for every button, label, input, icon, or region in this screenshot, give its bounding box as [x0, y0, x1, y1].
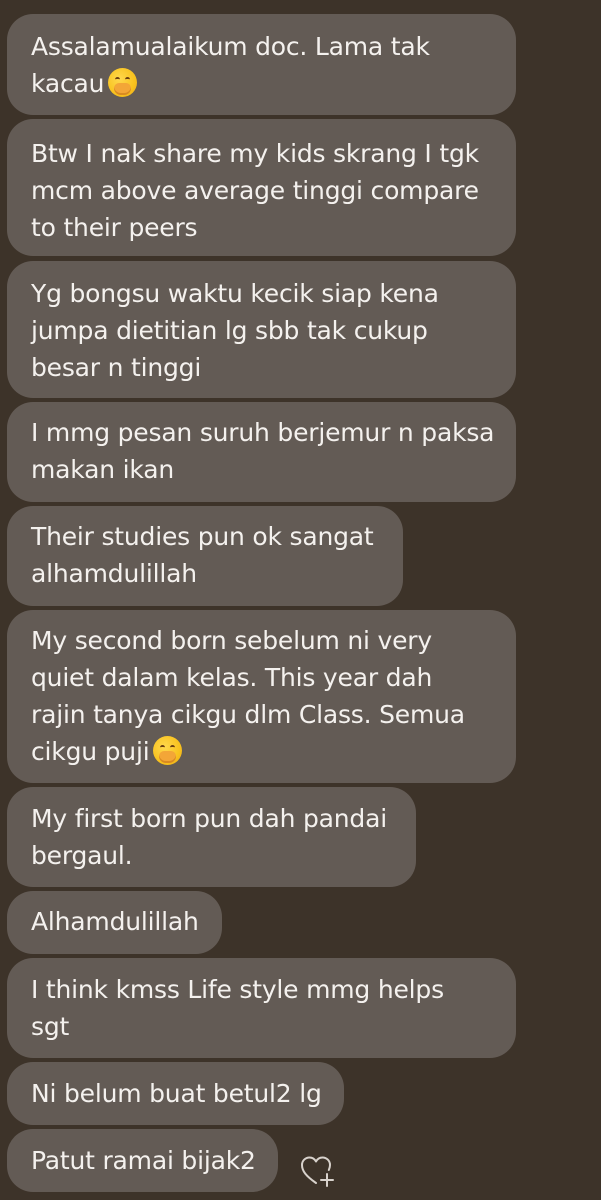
message-bubble[interactable]: Alhamdulillah [7, 891, 222, 954]
message-text-line: Their studies pun ok sangat [31, 522, 374, 551]
message-bubble[interactable]: Yg bongsu waktu kecik siap kena jumpa di… [7, 261, 516, 398]
message-bubble[interactable]: Assalamualaikum doc. Lama tak kacau [7, 14, 516, 115]
heart-plus-icon [301, 1156, 334, 1187]
message-text-line: Assalamualaikum doc. Lama tak [31, 32, 430, 61]
message-text-line: quiet dalam kelas. This year dah [31, 663, 433, 692]
message-text-line: Yg bongsu waktu kecik siap kena [31, 279, 439, 308]
message-bubble[interactable]: Btw I nak share my kids skrang I tgk mcm… [7, 119, 516, 256]
message-text-line: mcm above average tinggi compare [31, 176, 479, 205]
face-with-hand-over-mouth-icon [153, 736, 183, 765]
message-text-line: bergaul. [31, 841, 133, 870]
message-text-line: I think kmss Life style mmg helps [31, 975, 444, 1004]
message-text-line: Btw I nak share my kids skrang I tgk [31, 139, 479, 168]
message-thread: Assalamualaikum doc. Lama tak kacau Btw … [0, 0, 601, 1200]
message-text-line: kacau [31, 69, 105, 98]
message-text-line: Ni belum buat betul2 lg [31, 1079, 322, 1108]
message-text-line: Alhamdulillah [31, 907, 199, 936]
message-bubble[interactable]: Their studies pun ok sangat alhamdulilla… [7, 506, 403, 606]
message-bubble[interactable]: My second born sebelum ni very quiet dal… [7, 610, 516, 783]
message-bubble[interactable]: My first born pun dah pandai bergaul. [7, 787, 416, 887]
message-text-line: besar n tinggi [31, 353, 202, 382]
message-text-line: jumpa dietitian lg sbb tak cukup [31, 316, 428, 345]
add-reaction-button[interactable] [300, 1155, 336, 1189]
message-text-line: rajin tanya cikgu dlm Class. Semua [31, 700, 465, 729]
message-bubble[interactable]: Patut ramai bijak2 [7, 1129, 278, 1192]
message-text-line: alhamdulillah [31, 559, 197, 588]
message-bubble[interactable]: Ni belum buat betul2 lg [7, 1062, 344, 1125]
message-text-line: makan ikan [31, 455, 174, 484]
face-with-hand-over-mouth-icon [108, 68, 138, 97]
message-text-line: My first born pun dah pandai [31, 804, 387, 833]
message-text-line: sgt [31, 1012, 70, 1041]
message-text-line: to their peers [31, 213, 198, 242]
message-text-line: My second born sebelum ni very [31, 626, 432, 655]
message-text-line: Patut ramai bijak2 [31, 1146, 256, 1175]
message-text-line: I mmg pesan suruh berjemur n paksa [31, 418, 495, 447]
message-text-line: cikgu puji [31, 737, 150, 766]
message-bubble[interactable]: I mmg pesan suruh berjemur n paksa makan… [7, 402, 516, 502]
message-bubble[interactable]: I think kmss Life style mmg helps sgt [7, 958, 516, 1058]
